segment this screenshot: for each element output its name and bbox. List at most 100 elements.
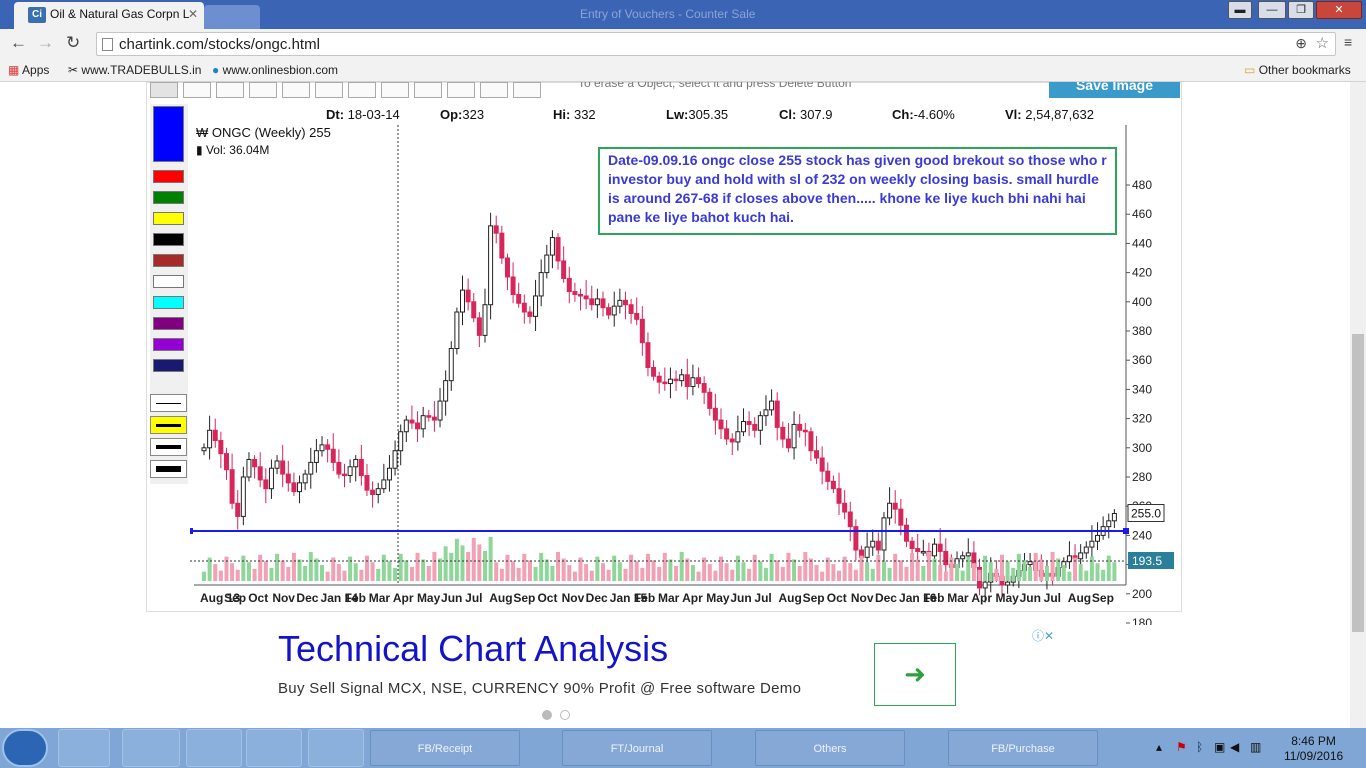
date-readout: Dt: 18-03-14	[326, 107, 400, 122]
color-swatch-navy[interactable]	[153, 359, 184, 372]
up-marker-tool-icon[interactable]	[447, 82, 475, 98]
color-swatch-cyan[interactable]	[153, 296, 184, 309]
back-arrow-icon[interactable]: ←	[10, 33, 27, 53]
java-icon[interactable]	[308, 729, 364, 767]
volume-bar	[606, 569, 611, 581]
device-icon[interactable]: ▣	[1214, 740, 1225, 754]
bookmark-apps[interactable]: ▦ Apps	[8, 63, 49, 77]
maximize-button[interactable]: ❐	[1288, 1, 1314, 19]
scrollbar-thumb[interactable]	[1352, 334, 1364, 632]
volume-bar	[398, 553, 403, 581]
erase-hint: To erase a Object, select it and press D…	[578, 82, 852, 90]
ie-icon[interactable]	[186, 729, 242, 767]
color-swatch-blue[interactable]	[153, 106, 184, 162]
advertisement[interactable]: Technical Chart Analysis Buy Sell Signal…	[264, 622, 1066, 712]
ad-text[interactable]: Buy Sell Signal MCX, NSE, CURRENCY 90% P…	[278, 680, 801, 697]
volume-bar	[955, 564, 960, 581]
page-scrollbar[interactable]	[1350, 82, 1366, 728]
media-player-icon[interactable]	[58, 729, 110, 767]
color-swatch-yellow[interactable]	[153, 212, 184, 225]
address-bar[interactable]: chartink.com/stocks/ongc.html ⊕ ☆	[96, 32, 1336, 56]
candle-body	[465, 289, 471, 303]
ad-arrow-button[interactable]: ➜	[874, 643, 956, 706]
candle-body	[409, 419, 415, 424]
adchoices-icon[interactable]: ⓘ✕	[1032, 627, 1054, 644]
line-tool-icon[interactable]	[216, 82, 244, 98]
bookmark-star-icon[interactable]: ☆	[1316, 34, 1329, 52]
close-window-button[interactable]: ✕	[1316, 1, 1362, 19]
color-swatch-brown[interactable]	[153, 254, 184, 267]
arrow-tool-icon[interactable]	[183, 82, 211, 98]
vline-tool-icon[interactable]	[282, 82, 310, 98]
tab-active[interactable]: Ci Oil & Natural Gas Corpn L ✕	[14, 2, 204, 29]
flag-icon[interactable]: ⚑	[1176, 740, 1187, 754]
color-swatch-violet[interactable]	[153, 338, 184, 351]
trend-tool-icon[interactable]	[381, 82, 409, 98]
forward-arrow-icon[interactable]: →	[37, 33, 54, 53]
volume-bar	[409, 566, 414, 581]
taskbar-window-others[interactable]: Others	[755, 730, 905, 766]
ad-page-dot-active[interactable]	[542, 710, 552, 720]
ad-page-dot[interactable]	[560, 710, 570, 720]
new-tab-button[interactable]	[204, 5, 260, 29]
candle-body	[223, 453, 229, 471]
candle-body	[1106, 520, 1112, 528]
candle-body	[920, 550, 926, 554]
candle-body	[819, 457, 825, 472]
color-swatch-purple[interactable]	[153, 317, 184, 330]
chart-annotation[interactable]: Date-09.09.16 ongc close 255 stock has g…	[598, 147, 1117, 235]
rectangle-tool-icon[interactable]	[315, 82, 343, 98]
tab-close-icon[interactable]: ✕	[188, 7, 198, 21]
bluetooth-icon[interactable]: ᛒ	[1196, 740, 1203, 754]
volume-bar	[971, 563, 976, 581]
save-image-button[interactable]: Save Image	[1049, 82, 1180, 98]
taskbar-window-purchase[interactable]: FB/Purchase	[948, 730, 1098, 766]
line-width-tool-icon[interactable]	[513, 82, 541, 98]
pointer-tool-icon[interactable]	[150, 82, 178, 98]
ad-title[interactable]: Technical Chart Analysis	[278, 628, 668, 670]
app-icon[interactable]	[246, 729, 302, 767]
candle-body	[645, 342, 651, 368]
candle-body	[932, 543, 938, 557]
line-width-1[interactable]	[150, 394, 187, 412]
fib-tool-icon[interactable]	[414, 82, 442, 98]
taskbar-window-receipt[interactable]: FB/Receipt	[370, 730, 520, 766]
show-hidden-icon[interactable]: ▴	[1156, 740, 1162, 754]
color-swatch-green[interactable]	[153, 191, 184, 204]
price-tick-label: 380	[1132, 324, 1152, 338]
bookmark-tradebulls[interactable]: ✂ www.TRADEBULLS.in	[68, 63, 201, 77]
line-width-4[interactable]	[150, 460, 187, 478]
color-swatch-black[interactable]	[153, 233, 184, 246]
reload-icon[interactable]: ↻	[66, 33, 80, 53]
zoom-icon[interactable]: ⊕	[1295, 35, 1307, 52]
minimize-button[interactable]: —	[1258, 1, 1286, 19]
bookmark-onlinesbi[interactable]: ● www.onlinesbion.com	[212, 63, 338, 77]
network-icon[interactable]: ▥	[1250, 740, 1261, 754]
x-tick-label: Aug	[779, 591, 802, 605]
other-bookmarks[interactable]: ▭ Other bookmarks	[1244, 63, 1351, 77]
color-swatch-red[interactable]	[153, 170, 184, 183]
user-icon[interactable]: ▬	[1228, 1, 1252, 19]
chrome-icon[interactable]	[122, 729, 180, 767]
line-width-2[interactable]	[150, 416, 187, 434]
channel-tool-icon[interactable]	[348, 82, 376, 98]
volume-bar	[246, 562, 251, 581]
volume-icon[interactable]: ◀	[1230, 740, 1239, 754]
candle-body	[583, 295, 589, 300]
hline-tool-icon[interactable]	[249, 82, 277, 98]
candle-body	[1078, 552, 1084, 560]
volume-bar	[348, 556, 353, 581]
menu-icon[interactable]: ≡	[1344, 34, 1358, 50]
color-swatch-white[interactable]	[153, 275, 184, 288]
candle-body	[937, 543, 943, 552]
line-width-3[interactable]	[150, 438, 187, 456]
taskbar-window-journal[interactable]: FT/Journal	[562, 730, 712, 766]
volume-bar	[280, 560, 285, 581]
candle-body	[268, 467, 274, 490]
start-button[interactable]	[2, 729, 48, 767]
down-marker-tool-icon[interactable]	[480, 82, 508, 98]
volume-bar	[1028, 566, 1033, 581]
volume-bar	[668, 559, 673, 581]
candle-body	[1083, 546, 1089, 554]
clock[interactable]: 8:46 PM 11/09/2016	[1284, 734, 1343, 764]
